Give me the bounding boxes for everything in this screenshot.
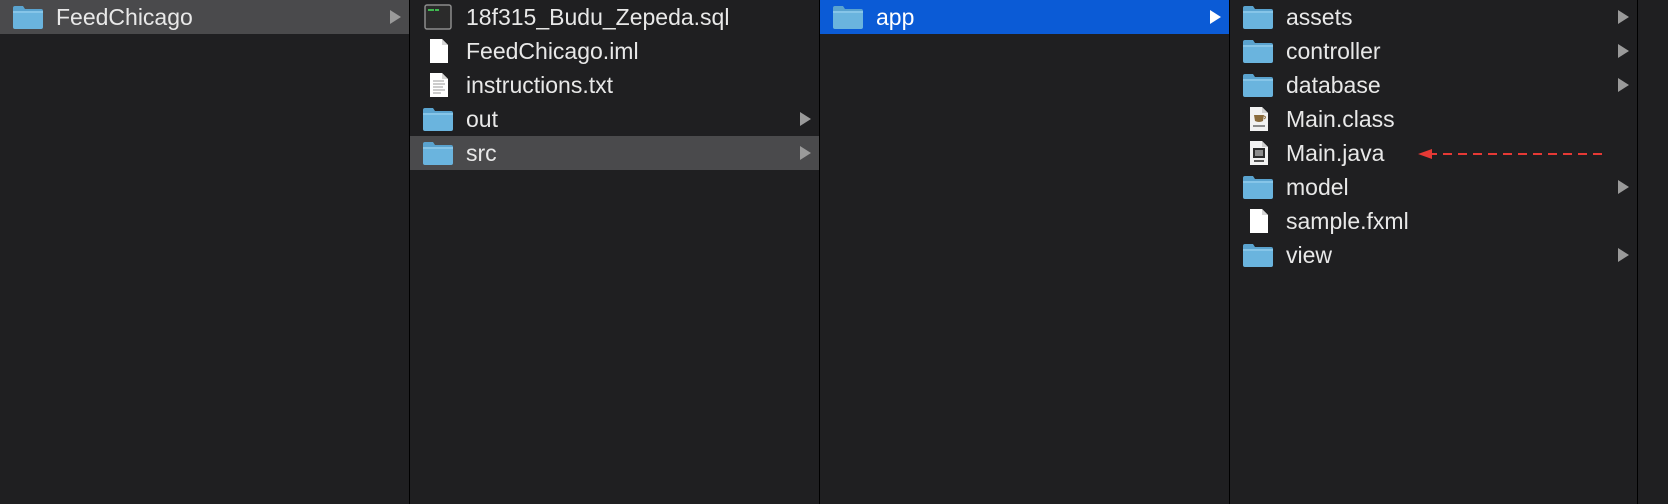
- text-file-icon: [422, 72, 454, 98]
- folder-icon: [1242, 4, 1274, 30]
- file-sample-fxml[interactable]: sample.fxml: [1230, 204, 1637, 238]
- item-label: controller: [1286, 38, 1381, 64]
- item-label: assets: [1286, 4, 1353, 30]
- folder-assets[interactable]: assets: [1230, 0, 1637, 34]
- item-label: instructions.txt: [466, 72, 613, 98]
- file-instructions[interactable]: instructions.txt: [410, 68, 819, 102]
- item-label: out: [466, 106, 498, 132]
- item-label: database: [1286, 72, 1381, 98]
- column-browser: FeedChicago 18f315_Budu_Zepeda.sql FeedC…: [0, 0, 1668, 504]
- disclosure-arrow-icon: [390, 10, 401, 24]
- folder-view[interactable]: view: [1230, 238, 1637, 272]
- disclosure-arrow-icon: [800, 112, 811, 126]
- folder-icon: [1242, 242, 1274, 268]
- item-label: view: [1286, 242, 1333, 268]
- folder-icon: [1242, 72, 1274, 98]
- document-icon: [422, 38, 454, 64]
- item-label: app: [876, 4, 915, 30]
- folder-icon: [1242, 38, 1274, 64]
- folder-icon: [12, 4, 44, 30]
- item-label: sample.fxml: [1286, 208, 1409, 234]
- item-label: FeedChicago.iml: [466, 38, 639, 64]
- file-main-class[interactable]: Main.class: [1230, 102, 1637, 136]
- column-1[interactable]: FeedChicago: [0, 0, 410, 504]
- disclosure-arrow-icon: [1210, 10, 1221, 24]
- item-label: src: [466, 140, 497, 166]
- folder-icon: [422, 106, 454, 132]
- item-label: 18f315_Budu_Zepeda.sql: [466, 4, 730, 30]
- folder-icon: [422, 140, 454, 166]
- folder-database[interactable]: database: [1230, 68, 1637, 102]
- disclosure-arrow-icon: [800, 146, 811, 160]
- disclosure-arrow-icon: [1618, 248, 1629, 262]
- disclosure-arrow-icon: [1618, 78, 1629, 92]
- annotation-arrow-icon: [1418, 149, 1602, 159]
- item-label: model: [1286, 174, 1349, 200]
- file-sql[interactable]: 18f315_Budu_Zepeda.sql: [410, 0, 819, 34]
- column-5-empty[interactable]: [1638, 0, 1668, 504]
- disclosure-arrow-icon: [1618, 180, 1629, 194]
- java-file-icon: [1242, 140, 1274, 166]
- folder-model[interactable]: model: [1230, 170, 1637, 204]
- folder-out[interactable]: out: [410, 102, 819, 136]
- disclosure-arrow-icon: [1618, 44, 1629, 58]
- column-4[interactable]: assets controller database Main.class Ma…: [1230, 0, 1638, 504]
- file-iml[interactable]: FeedChicago.iml: [410, 34, 819, 68]
- item-label: Main.java: [1286, 140, 1385, 166]
- class-file-icon: [1242, 106, 1274, 132]
- column-2[interactable]: 18f315_Budu_Zepeda.sql FeedChicago.iml i…: [410, 0, 820, 504]
- item-label: FeedChicago: [56, 4, 193, 30]
- folder-feedchicago[interactable]: FeedChicago: [0, 0, 409, 34]
- document-icon: [1242, 208, 1274, 234]
- folder-src[interactable]: src: [410, 136, 819, 170]
- folder-icon: [832, 4, 864, 30]
- item-label: Main.class: [1286, 106, 1395, 132]
- disclosure-arrow-icon: [1618, 10, 1629, 24]
- sql-file-icon: [422, 4, 454, 30]
- folder-app[interactable]: app: [820, 0, 1229, 34]
- column-3[interactable]: app: [820, 0, 1230, 504]
- folder-icon: [1242, 174, 1274, 200]
- folder-controller[interactable]: controller: [1230, 34, 1637, 68]
